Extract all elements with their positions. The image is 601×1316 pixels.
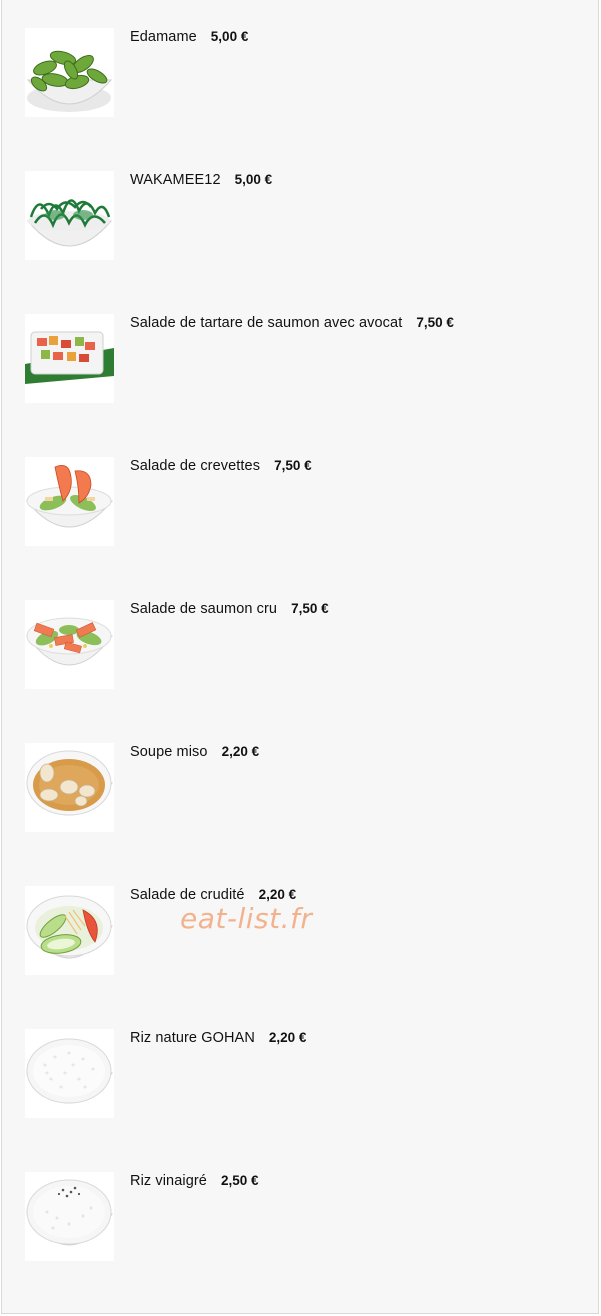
menu-item-name: Edamame bbox=[130, 29, 197, 45]
menu-item[interactable]: Edamame 5,00 € bbox=[25, 28, 585, 118]
seaweed-salad-bowl-image bbox=[25, 171, 114, 260]
menu-item-price: 2,50 € bbox=[220, 1173, 259, 1188]
menu-item-price: 7,50 € bbox=[291, 601, 329, 616]
menu-item-text: Salade de crevettes 7,50 € bbox=[130, 457, 312, 475]
shrimp-salad-bowl-image bbox=[25, 457, 114, 546]
menu-item[interactable]: Riz nature GOHAN 2,20 € bbox=[25, 1029, 585, 1119]
menu-item-name: Soupe miso bbox=[130, 744, 208, 760]
menu-item-price: 7,50 € bbox=[416, 315, 454, 330]
menu-item[interactable]: WAKAMEE12 5,00 € bbox=[25, 171, 585, 261]
raw-salmon-salad-bowl-image bbox=[25, 600, 114, 689]
menu-item-price: 2,20 € bbox=[258, 887, 297, 902]
menu-item-price: 2,20 € bbox=[221, 744, 260, 759]
menu-item-name: Salade de saumon cru bbox=[130, 601, 278, 617]
menu-item-name: Salade de crudité bbox=[130, 887, 245, 903]
menu-panel: Edamame 5,00 € WAKAMEE12 5,00 € Salade d… bbox=[1, 0, 599, 1314]
menu-item[interactable]: Riz vinaigré 2,50 € bbox=[25, 1172, 585, 1262]
menu-item-name: Riz vinaigré bbox=[130, 1173, 207, 1189]
menu-item-text: Salade de tartare de saumon avec avocat 7… bbox=[130, 314, 454, 332]
menu-item-text: Riz nature GOHAN 2,20 € bbox=[130, 1029, 306, 1047]
menu-item[interactable]: Salade de saumon cru 7,50 € bbox=[25, 600, 585, 690]
menu-item-text: WAKAMEE12 5,00 € bbox=[130, 171, 272, 189]
plain-rice-bowl-image bbox=[25, 1029, 114, 1118]
menu-item-price: 2,20 € bbox=[268, 1030, 307, 1045]
miso-soup-bowl-image bbox=[25, 743, 114, 832]
edamame-bowl-image bbox=[25, 28, 114, 117]
menu-item-name: Riz nature GOHAN bbox=[130, 1030, 255, 1046]
menu-item-text: Riz vinaigré 2,50 € bbox=[130, 1172, 259, 1190]
menu-item[interactable]: Salade de crevettes 7,50 € bbox=[25, 457, 585, 547]
vinegar-rice-bowl-image bbox=[25, 1172, 114, 1261]
menu-item[interactable]: Soupe miso 2,20 € bbox=[25, 743, 585, 833]
menu-item-text: Edamame 5,00 € bbox=[130, 28, 248, 46]
watermark-text: eat-list.fr bbox=[180, 902, 313, 935]
menu-item-price: 5,00 € bbox=[210, 29, 249, 44]
menu-item-text: Salade de saumon cru 7,50 € bbox=[130, 600, 329, 618]
menu-item-price: 5,00 € bbox=[234, 172, 273, 187]
menu-item-text: Soupe miso 2,20 € bbox=[130, 743, 259, 761]
menu-item-name: Salade de crevettes bbox=[130, 458, 261, 474]
salmon-tartare-plate-image bbox=[25, 314, 114, 403]
menu-item-price: 7,50 € bbox=[274, 458, 312, 473]
menu-item-name: WAKAMEE12 bbox=[130, 172, 221, 188]
crudite-salad-bowl-image bbox=[25, 886, 114, 975]
menu-item[interactable]: Salade de tartare de saumon avec avocat 7… bbox=[25, 314, 585, 404]
menu-item-name: Salade de tartare de saumon avec avocat bbox=[130, 315, 403, 331]
